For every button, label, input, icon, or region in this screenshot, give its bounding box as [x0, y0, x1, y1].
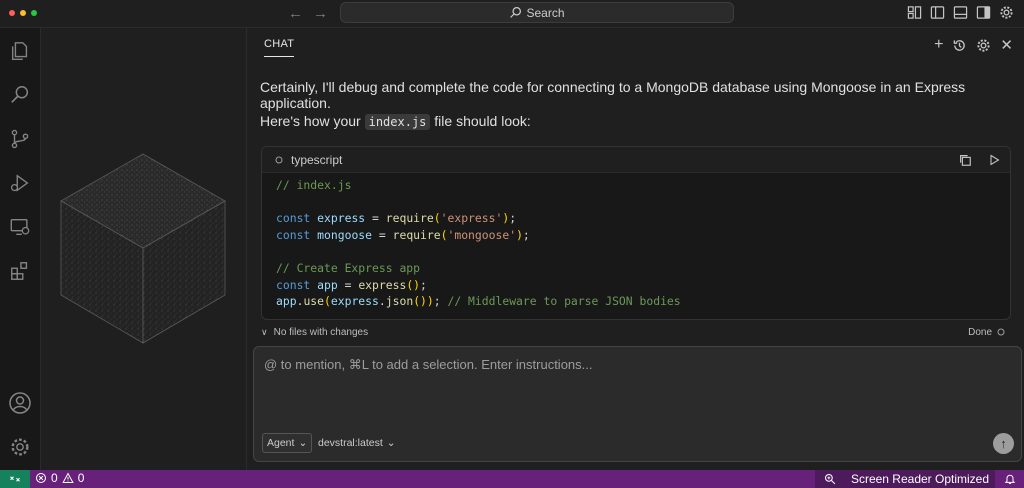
status-bar: 0 0 Screen Reader Optimized — [0, 470, 1024, 488]
status-circle-icon — [997, 328, 1005, 336]
run-play-icon[interactable] — [988, 154, 1000, 166]
activity-bar — [0, 28, 41, 470]
inline-file-name: index.js — [364, 114, 431, 130]
file-intro-message: Here's how your index.js file should loo… — [260, 113, 531, 130]
title-bar: ← → Search — [0, 0, 1024, 28]
chat-panel: CHAT + ✕ Certainly, I'll debug and compl… — [246, 28, 1024, 470]
changes-toggle[interactable]: ∨ No files with changes — [261, 327, 368, 338]
editor-area — [41, 28, 246, 470]
remote-icon — [10, 476, 20, 482]
chat-settings-gear-icon[interactable] — [976, 38, 991, 53]
warning-count: 0 — [77, 471, 85, 485]
code-line: app.use(express.json()); // Middleware t… — [276, 294, 681, 309]
extensions-icon[interactable] — [7, 258, 33, 284]
settings-gear-icon[interactable] — [999, 5, 1014, 20]
history-icon[interactable] — [952, 38, 967, 53]
source-control-icon[interactable] — [7, 126, 33, 152]
close-icon[interactable]: ✕ — [1000, 36, 1013, 54]
zoom-icon — [824, 473, 836, 485]
forward-arrow-icon[interactable]: → — [313, 5, 328, 22]
search-label: Search — [526, 5, 565, 20]
send-arrow-icon[interactable]: ↑ — [993, 433, 1014, 454]
code-line: // index.js — [276, 178, 352, 192]
chat-header: CHAT + ✕ — [247, 28, 1024, 60]
back-arrow-icon[interactable]: ← — [288, 5, 303, 22]
new-chat-plus-icon[interactable]: + — [934, 36, 943, 54]
command-center-search[interactable]: Search — [340, 2, 734, 23]
zoom-indicator[interactable] — [815, 470, 845, 488]
window-controls — [9, 10, 37, 16]
toggle-secondary-sidebar-icon[interactable] — [976, 5, 991, 20]
copy-icon[interactable] — [958, 153, 972, 167]
chevron-down-icon: ∨ — [261, 326, 268, 337]
cursor-logo-watermark — [60, 153, 226, 344]
code-line: const mongoose = require('mongoose'); — [276, 227, 530, 242]
mode-select[interactable]: Agent ⌄ — [262, 433, 313, 453]
code-line: const express = require('express'); — [276, 211, 517, 226]
file-intro-suffix: file should look: — [434, 113, 531, 129]
maximize-window-button[interactable] — [31, 10, 37, 16]
code-line: // Create Express app — [276, 260, 421, 275]
changes-label: No files with changes — [273, 326, 369, 338]
mode-label: Agent — [267, 437, 295, 449]
customize-layout-icon[interactable] — [907, 5, 922, 20]
problems-indicator[interactable]: 0 0 — [35, 471, 84, 485]
screen-reader-status[interactable]: Screen Reader Optimized — [845, 470, 995, 488]
accounts-icon[interactable] — [7, 390, 33, 416]
model-label: devstral:latest — [318, 437, 383, 449]
remote-indicator[interactable] — [0, 470, 30, 488]
code-block-header: typescript — [262, 147, 1010, 173]
minimize-window-button[interactable] — [20, 10, 26, 16]
search-view-icon[interactable] — [7, 82, 33, 108]
done-label: Done — [968, 326, 992, 338]
warning-icon — [61, 472, 74, 483]
code-block: typescript // index.js const express = r… — [261, 146, 1011, 320]
model-select[interactable]: devstral:latest ⌄ — [318, 433, 396, 453]
code-language-label: typescript — [291, 152, 343, 167]
error-count: 0 — [51, 471, 58, 485]
tab-chat[interactable]: CHAT — [264, 38, 295, 57]
remote-explorer-icon[interactable] — [7, 214, 33, 240]
notifications-bell-icon[interactable] — [995, 470, 1024, 488]
chevron-down-icon: ⌄ — [386, 437, 396, 449]
close-window-button[interactable] — [9, 10, 15, 16]
chevron-down-icon: ⌄ — [298, 437, 308, 449]
chat-input-box[interactable]: @ to mention, ⌘L to add a selection. Ent… — [253, 346, 1022, 462]
done-button[interactable]: Done — [968, 327, 1005, 338]
changes-bar: ∨ No files with changes Done — [261, 324, 1011, 340]
manage-gear-icon[interactable] — [7, 434, 33, 460]
code-line: const app = express(); — [276, 277, 427, 292]
file-intro-prefix: Here's how your — [260, 113, 361, 129]
explorer-icon[interactable] — [7, 38, 33, 64]
run-and-debug-icon[interactable] — [7, 170, 33, 196]
toggle-panel-icon[interactable] — [953, 5, 968, 20]
chat-input-placeholder[interactable]: @ to mention, ⌘L to add a selection. Ent… — [264, 357, 593, 373]
search-icon — [510, 7, 522, 18]
language-circle-icon — [275, 156, 283, 163]
toggle-primary-sidebar-icon[interactable] — [930, 5, 945, 20]
code-content: // index.js const express = require('exp… — [262, 173, 1010, 310]
error-icon — [35, 472, 47, 484]
assistant-message: Certainly, I'll debug and complete the c… — [260, 79, 966, 111]
